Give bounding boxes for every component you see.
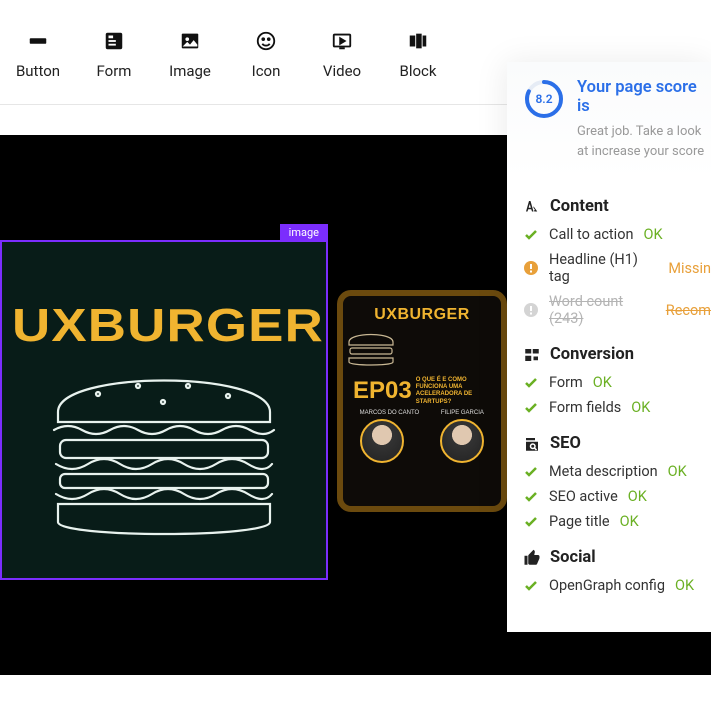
check-icon	[523, 578, 539, 594]
person-name: MARCOS DO CANTO	[360, 410, 420, 416]
card-burger-icon	[343, 328, 399, 368]
check-page-title[interactable]: Page title OK	[523, 513, 711, 530]
section-content: Content Call to action OK Headline (H1) …	[507, 197, 711, 327]
block-icon	[407, 30, 429, 52]
tool-label: Block	[399, 62, 436, 80]
tool-label: Video	[323, 62, 361, 80]
burger-illustration	[38, 352, 290, 552]
card-episode[interactable]: UXBURGER EP03 O QUE É E COMO FUNCIONA UM…	[337, 290, 507, 512]
check-word-count[interactable]: Word count (243) Recom	[523, 293, 711, 327]
tool-label: Form	[97, 62, 132, 80]
video-icon	[331, 30, 353, 52]
tool-label: Icon	[252, 62, 281, 80]
section-heading: Conversion	[523, 345, 711, 364]
tool-block[interactable]: Block	[380, 30, 456, 80]
check-icon	[523, 400, 539, 416]
tool-label: Image	[169, 62, 211, 80]
content-icon	[523, 198, 541, 216]
check-form-fields[interactable]: Form fields OK	[523, 399, 711, 416]
tool-label: Button	[16, 62, 60, 80]
tool-form[interactable]: Form	[76, 30, 152, 80]
image-icon	[179, 30, 201, 52]
tool-icon[interactable]: Icon	[228, 30, 304, 80]
section-heading: SEO	[523, 434, 711, 453]
section-social: Social OpenGraph config OK	[507, 548, 711, 594]
score-gauge: 8.2	[523, 78, 565, 120]
check-form[interactable]: Form OK	[523, 374, 711, 391]
check-opengraph[interactable]: OpenGraph config OK	[523, 577, 711, 594]
score-subtitle: Great job. Take a look at increase your …	[577, 122, 711, 161]
check-seo-active[interactable]: SEO active OK	[523, 488, 711, 505]
score-title: Your page score is	[577, 78, 711, 116]
section-seo: SEO Meta description OK SEO active OK Pa…	[507, 434, 711, 530]
tool-image[interactable]: Image	[152, 30, 228, 80]
form-icon	[103, 30, 125, 52]
check-icon	[523, 227, 539, 243]
image-heading: UXBURGER	[12, 298, 324, 352]
episode-number: EP03	[353, 377, 412, 405]
panel-header: 8.2 Your page score is Great job. Take a…	[507, 62, 711, 179]
check-icon	[523, 489, 539, 505]
tool-video[interactable]: Video	[304, 30, 380, 80]
person-2: FILIPE GARCIA	[440, 410, 484, 463]
tool-button[interactable]: Button	[0, 30, 76, 80]
score-panel: 8.2 Your page score is Great job. Take a…	[507, 62, 711, 632]
section-conversion: Conversion Form OK Form fields OK	[507, 345, 711, 416]
warn-icon	[523, 260, 539, 276]
avatar	[360, 419, 404, 463]
card-title: UXBURGER	[343, 306, 501, 324]
svg-text:8.2: 8.2	[535, 92, 552, 106]
conversion-icon	[523, 346, 541, 364]
check-headline[interactable]: Headline (H1) tag Missin	[523, 251, 711, 285]
smile-icon	[255, 30, 277, 52]
person-name: FILIPE GARCIA	[440, 410, 484, 416]
section-heading: Social	[523, 548, 711, 567]
check-meta[interactable]: Meta description OK	[523, 463, 711, 480]
person-1: MARCOS DO CANTO	[360, 410, 420, 463]
avatar	[440, 419, 484, 463]
button-icon	[27, 30, 49, 52]
check-call-to-action[interactable]: Call to action OK	[523, 226, 711, 243]
episode-subtitle: O QUE É E COMO FUNCIONA UMA ACELERADORA …	[416, 377, 495, 406]
check-icon	[523, 464, 539, 480]
selected-image-element[interactable]: image UXBURGER	[0, 240, 328, 580]
check-icon	[523, 514, 539, 530]
social-icon	[523, 549, 541, 567]
warn-icon	[523, 302, 539, 318]
selection-badge: image	[280, 224, 328, 241]
check-icon	[523, 375, 539, 391]
image-content: UXBURGER	[2, 242, 326, 578]
seo-icon	[523, 435, 541, 453]
section-heading: Content	[523, 197, 711, 216]
